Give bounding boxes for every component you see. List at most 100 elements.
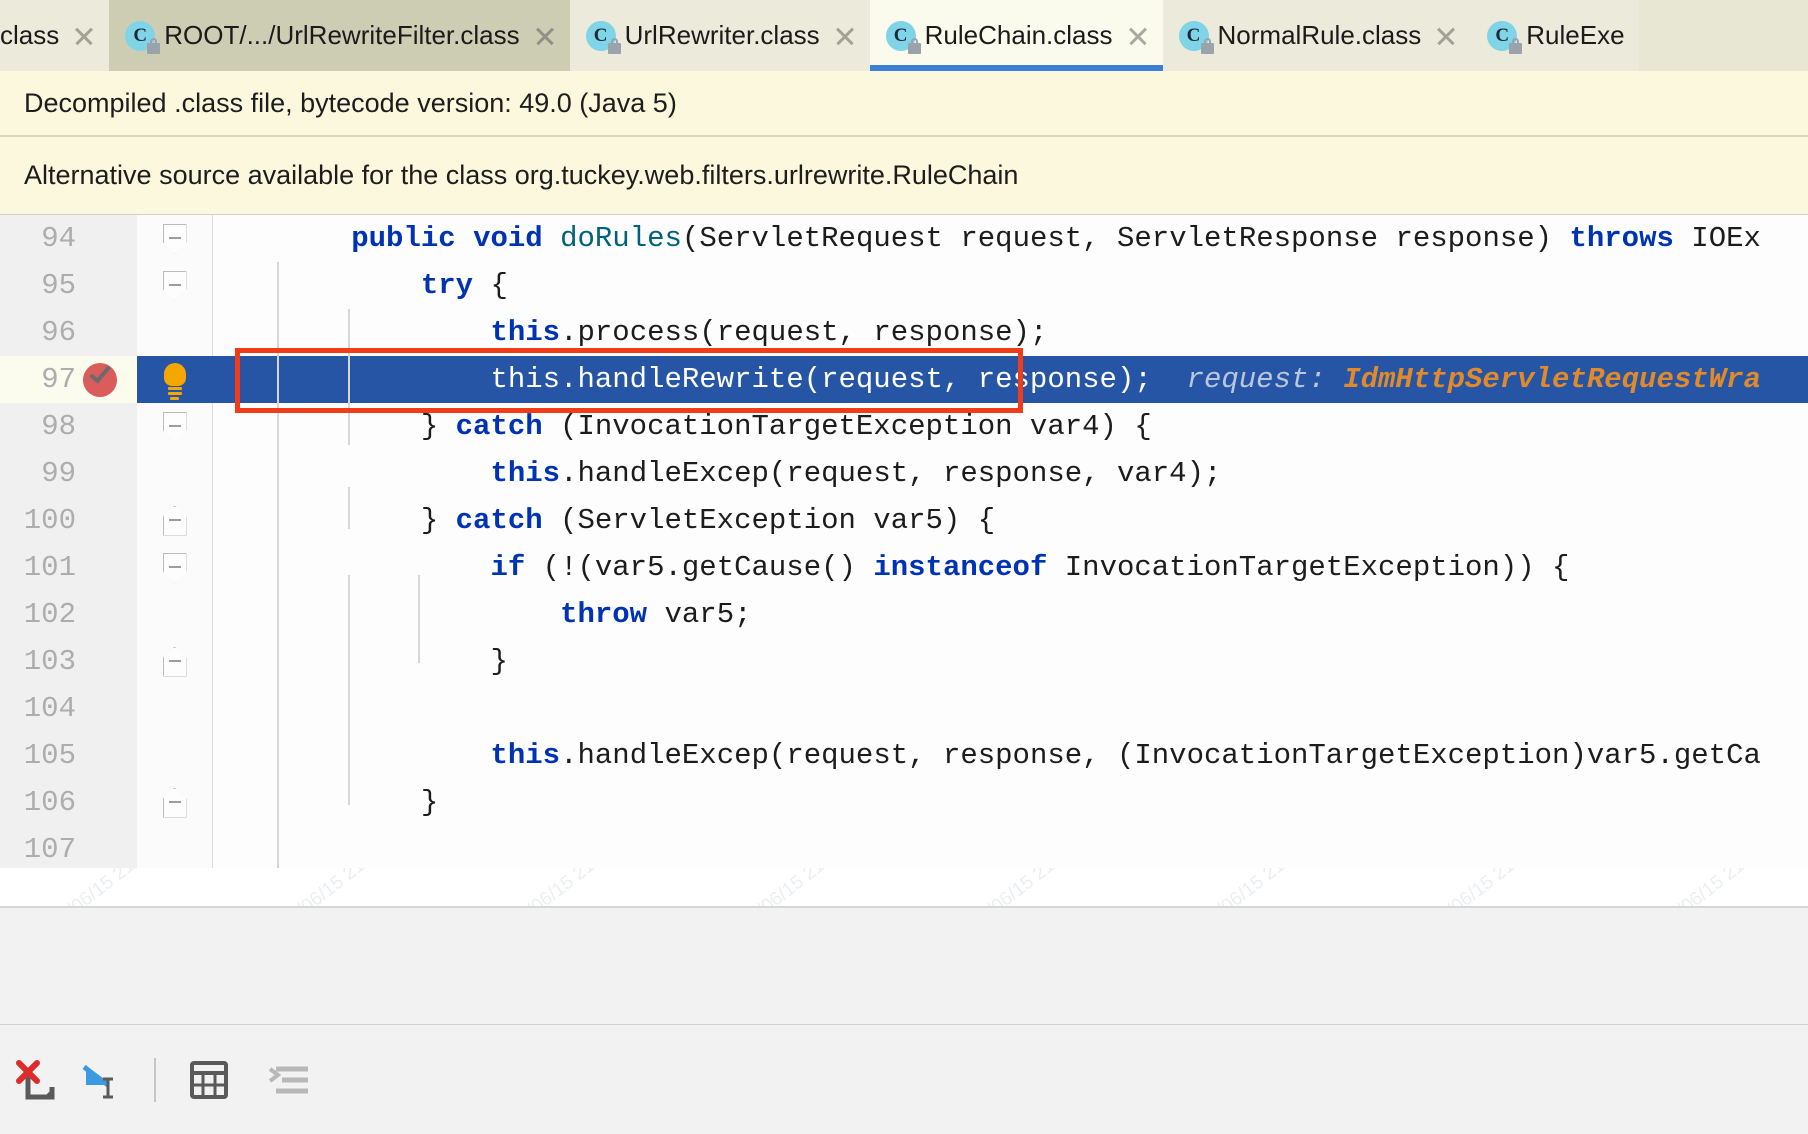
line-number-cell[interactable]: 95 — [0, 262, 137, 309]
fold-collapse-icon[interactable] — [162, 787, 187, 818]
line-number: 102 — [23, 598, 76, 631]
fold-collapse-icon[interactable] — [162, 552, 187, 583]
line-number-cell[interactable]: 106 — [0, 779, 137, 826]
tab-class-truncated[interactable]: class — [0, 0, 110, 71]
line-number-cell[interactable]: 99 — [0, 450, 137, 497]
line-number-cell[interactable]: 102 — [0, 591, 137, 638]
line-number-cell[interactable]: 98 — [0, 403, 137, 450]
fold-cell[interactable] — [137, 685, 212, 732]
line-number-cell[interactable]: 94 — [0, 215, 137, 262]
code-text-cell[interactable]: } catch (InvocationTargetException var4)… — [212, 403, 1808, 450]
tab-ruleexecution[interactable]: C RuleExe — [1471, 0, 1639, 71]
fold-cell[interactable] — [137, 309, 212, 356]
line-number: 106 — [23, 786, 76, 819]
code-row[interactable]: 96 this.process(request, response); — [0, 309, 1808, 356]
mute-breakpoints-icon[interactable] — [8, 1049, 70, 1111]
close-icon[interactable] — [1435, 25, 1457, 47]
breakpoint-verified-icon[interactable] — [76, 356, 124, 403]
line-number-cell[interactable]: 97 — [0, 356, 137, 403]
code-row[interactable]: 104 — [0, 685, 1808, 732]
settings-lines-icon[interactable] — [260, 1049, 322, 1111]
code-text-cell[interactable]: try { — [212, 262, 1808, 309]
code-text-cell[interactable]: } — [212, 638, 1808, 685]
code-text-cell[interactable]: throw var5; — [212, 591, 1808, 638]
code-lines: 94 public void doRules(ServletRequest re… — [0, 215, 1808, 868]
code-row[interactable]: 107 — [0, 826, 1808, 868]
code-line-97: this.handleRewrite(request, response); r… — [212, 363, 1761, 396]
fold-collapse-icon[interactable] — [162, 223, 187, 254]
fold-cell[interactable] — [137, 403, 212, 450]
code-row[interactable]: 95 try { — [0, 262, 1808, 309]
evaluate-expression-icon[interactable] — [178, 1049, 240, 1111]
tab-normalrule[interactable]: C NormalRule.class — [1162, 0, 1472, 71]
fold-cell[interactable] — [137, 544, 212, 591]
code-row[interactable]: 99 this.handleExcep(request, response, v… — [0, 450, 1808, 497]
code-line-106: } — [212, 786, 439, 819]
line-number: 97 — [41, 363, 76, 396]
line-number-cell[interactable]: 100 — [0, 497, 137, 544]
code-row[interactable]: 105 this.handleExcep(request, response, … — [0, 732, 1808, 779]
code-text-cell[interactable]: this.process(request, response); — [212, 309, 1808, 356]
fold-cell[interactable] — [137, 591, 212, 638]
fold-cell[interactable] — [137, 779, 212, 826]
code-editor[interactable]: 94 public void doRules(ServletRequest re… — [0, 215, 1808, 868]
code-row[interactable]: 94 public void doRules(ServletRequest re… — [0, 215, 1808, 262]
code-text-cell[interactable]: } catch (ServletException var5) { — [212, 497, 1808, 544]
close-icon[interactable] — [534, 25, 556, 47]
code-text-cell[interactable]: this.handleExcep(request, response, (Inv… — [212, 732, 1808, 779]
code-text-cell[interactable]: this.handleRewrite(request, response); r… — [212, 356, 1808, 403]
code-row[interactable]: 101 if (!(var5.getCause() instanceof Inv… — [0, 544, 1808, 591]
code-row[interactable]: 103 } — [0, 638, 1808, 685]
code-text-cell[interactable] — [212, 826, 1808, 868]
close-icon[interactable] — [1127, 25, 1149, 47]
fold-cell[interactable] — [137, 497, 212, 544]
decompiled-notice-banner: Decompiled .class file, bytecode version… — [0, 71, 1808, 137]
code-row[interactable]: 106 } — [0, 779, 1808, 826]
bottom-blank-strip — [0, 908, 1808, 1024]
code-line-94: public void doRules(ServletRequest reque… — [351, 222, 1761, 255]
fold-cell[interactable] — [137, 638, 212, 685]
tab-label: RuleExe — [1526, 20, 1625, 50]
code-text-cell[interactable]: this.handleExcep(request, response, var4… — [212, 450, 1808, 497]
tab-urlrewriter[interactable]: C UrlRewriter.class — [569, 0, 870, 71]
code-text-cell[interactable]: if (!(var5.getCause() instanceof Invocat… — [212, 544, 1808, 591]
code-text-cell[interactable]: public void doRules(ServletRequest reque… — [212, 215, 1808, 262]
fold-cell[interactable] — [137, 826, 212, 868]
code-text-cell[interactable]: } — [212, 779, 1808, 826]
line-number-cell[interactable]: 107 — [0, 826, 137, 868]
code-row[interactable]: 100 } catch (ServletException var5) { — [0, 497, 1808, 544]
java-class-locked-icon: C — [885, 20, 921, 54]
code-line-102: throw var5; — [560, 598, 752, 631]
tab-urlrewritefilter[interactable]: C ROOT/.../UrlRewriteFilter.class — [109, 0, 570, 71]
line-number-cell[interactable]: 101 — [0, 544, 137, 591]
code-row[interactable]: 102 throw var5; — [0, 591, 1808, 638]
code-text-cell[interactable] — [212, 685, 1808, 732]
intention-bulb-icon[interactable] — [162, 362, 188, 400]
inlay-hint-label[interactable]: request: — [1187, 363, 1326, 396]
run-to-cursor-icon[interactable] — [70, 1049, 132, 1111]
code-row[interactable]: 98 } catch (InvocationTargetException va… — [0, 403, 1808, 450]
line-number: 99 — [41, 457, 76, 490]
fold-collapse-icon[interactable] — [162, 505, 187, 536]
fold-collapse-icon[interactable] — [162, 270, 187, 301]
code-line-96: this.process(request, response); — [490, 316, 1048, 349]
line-number-cell[interactable]: 103 — [0, 638, 137, 685]
fold-cell[interactable] — [137, 732, 212, 779]
line-number-cell[interactable]: 96 — [0, 309, 137, 356]
fold-collapse-icon[interactable] — [162, 646, 187, 677]
line-number-cell[interactable]: 105 — [0, 732, 137, 779]
code-row-selected[interactable]: 97 this.handleRewrite(request, response)… — [0, 356, 1808, 403]
editor-tab-bar: class C ROOT/.../UrlRewriteFilter.class … — [0, 0, 1808, 71]
alternative-source-banner: Alternative source available for the cla… — [0, 137, 1808, 215]
fold-collapse-icon[interactable] — [162, 411, 187, 442]
inlay-hint-value[interactable]: IdmHttpServletRequestWra — [1343, 363, 1761, 396]
tab-rulechain[interactable]: C RuleChain.class — [869, 0, 1163, 71]
fold-cell[interactable] — [137, 215, 212, 262]
fold-cell[interactable] — [137, 356, 212, 403]
close-icon[interactable] — [834, 25, 856, 47]
close-icon[interactable] — [73, 25, 95, 47]
line-number-cell[interactable]: 104 — [0, 685, 137, 732]
line-number: 94 — [41, 222, 76, 255]
fold-cell[interactable] — [137, 450, 212, 497]
fold-cell[interactable] — [137, 262, 212, 309]
